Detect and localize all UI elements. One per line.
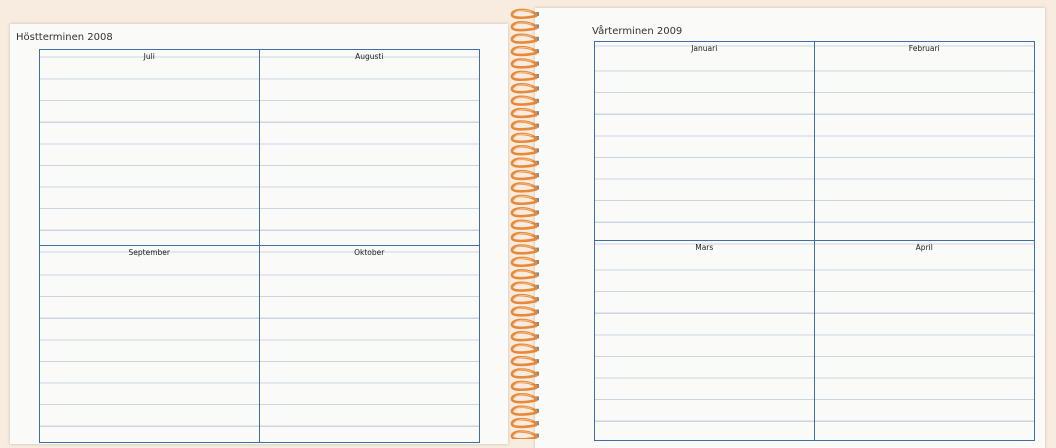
spiral-coil <box>510 293 538 305</box>
spiral-coil <box>510 157 538 168</box>
spiral-coil <box>510 380 538 392</box>
spiral-coil <box>510 393 538 404</box>
spiral-coil <box>510 331 538 342</box>
spring-term-title: Vårterminen 2009 <box>592 26 683 37</box>
month-label: September <box>128 248 170 257</box>
month-cell-march: Mars <box>595 241 815 440</box>
spiral-coil <box>510 417 538 429</box>
month-cell-september: September <box>40 246 260 442</box>
spiral-coil <box>510 182 538 193</box>
spiral-coil <box>510 207 538 218</box>
spiral-coil <box>510 244 538 255</box>
month-label: Februari <box>908 44 940 53</box>
month-label: Oktober <box>354 248 385 257</box>
spiral-coil <box>510 430 538 439</box>
month-cell-august: Augusti <box>259 50 479 246</box>
month-cell-february: Februari <box>814 42 1034 241</box>
month-label: Mars <box>695 243 714 252</box>
spiral-coil <box>510 405 538 416</box>
autumn-term-title: Höstterminen 2008 <box>16 32 113 43</box>
month-label: Augusti <box>355 52 384 61</box>
spiral-binding <box>510 8 539 439</box>
spiral-coil <box>510 8 538 20</box>
right-page: Vårterminen 2009 Januari Februari Mars A… <box>535 8 1045 448</box>
spiral-coil <box>510 256 538 268</box>
spiral-coil <box>510 281 538 292</box>
spiral-coil <box>510 194 538 206</box>
month-cell-october: Oktober <box>259 246 479 442</box>
spiral-coil <box>510 58 538 69</box>
spiral-coil <box>510 343 538 354</box>
spiral-coil <box>510 368 538 379</box>
month-label: Januari <box>691 44 718 53</box>
spiral-coil <box>510 83 538 94</box>
left-page: Höstterminen 2008 Juli Augusti September… <box>10 24 508 444</box>
spiral-coil <box>510 145 538 156</box>
spiral-coil <box>510 33 538 44</box>
spiral-coil <box>510 70 538 82</box>
month-label: Juli <box>143 52 155 61</box>
spiral-coil <box>510 45 538 57</box>
month-label: April <box>915 243 933 252</box>
month-cell-july: Juli <box>40 50 260 246</box>
autumn-month-grid: Juli Augusti September Oktober <box>39 49 480 443</box>
spiral-coil <box>510 231 538 243</box>
spiral-coil <box>510 219 538 230</box>
spiral-coil <box>510 306 538 317</box>
spiral-coil <box>510 132 538 144</box>
spring-month-grid: Januari Februari Mars April <box>594 41 1035 441</box>
month-cell-april: April <box>814 241 1034 440</box>
spiral-coil <box>510 120 538 131</box>
spiral-coil <box>510 355 538 367</box>
spiral-coil <box>510 21 538 32</box>
spiral-coil <box>510 107 538 119</box>
spiral-coil <box>510 269 538 280</box>
spiral-coil <box>510 169 538 181</box>
month-cell-january: Januari <box>595 42 815 241</box>
spiral-coil <box>510 318 538 330</box>
spiral-coil <box>510 95 538 106</box>
